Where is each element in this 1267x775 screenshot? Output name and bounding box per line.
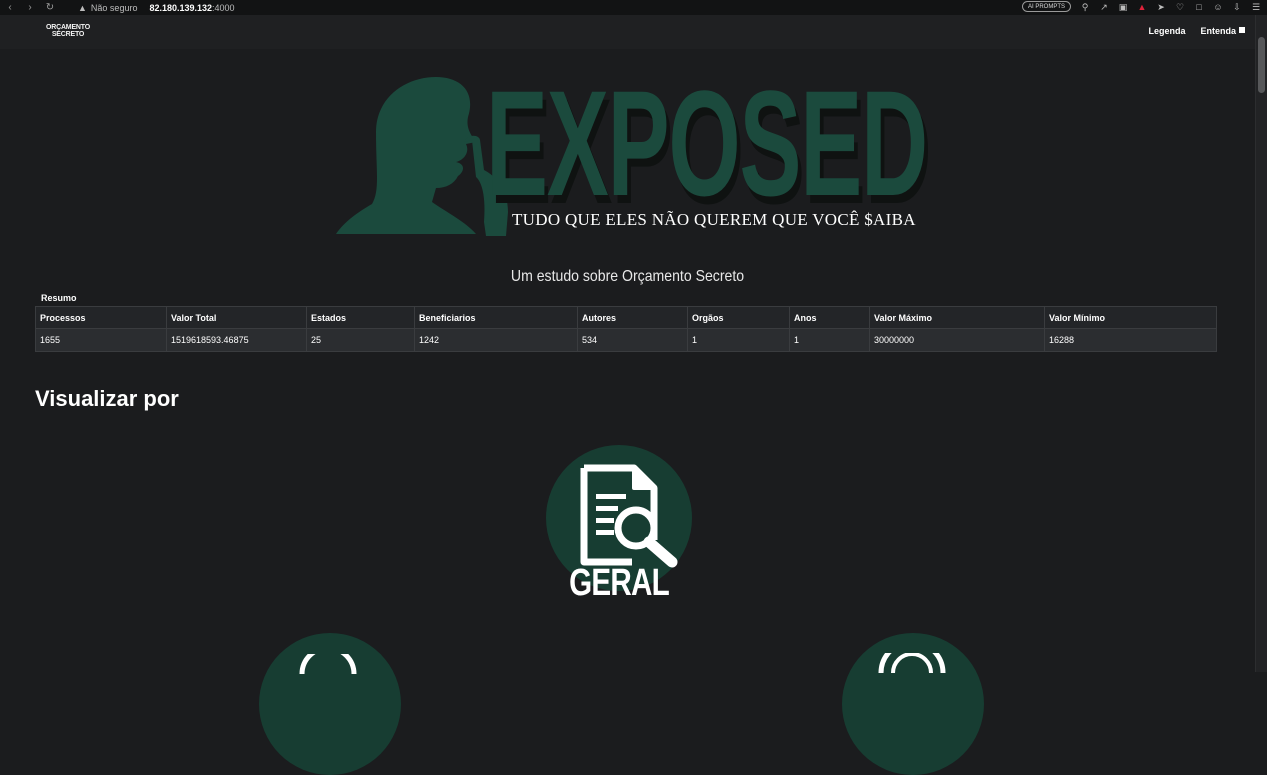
logo-line-1: ORÇAMENTO: [46, 24, 90, 31]
shield-icon[interactable]: ▲: [1137, 2, 1147, 12]
reload-icon[interactable]: ↻: [40, 2, 60, 13]
zoom-icon[interactable]: ⚲: [1080, 2, 1090, 12]
nav-link-entenda-label: Entenda: [1200, 26, 1236, 36]
back-icon[interactable]: ‹: [0, 2, 20, 13]
account-icon[interactable]: ☺: [1213, 2, 1223, 12]
site-navbar: ORÇAMENTO SECRETO Legenda Entenda: [0, 15, 1255, 49]
cell-beneficiarios: 1242: [414, 328, 578, 352]
hero-title: EXPOSED: [486, 59, 928, 227]
download-icon[interactable]: ⇩: [1232, 2, 1242, 12]
col-processos: Processos: [35, 306, 167, 329]
col-autores: Autores: [577, 306, 688, 329]
col-orgaos: Orgãos: [687, 306, 790, 329]
camera-icon[interactable]: ▣: [1118, 2, 1128, 12]
col-anos: Anos: [789, 306, 870, 329]
col-valor-total: Valor Total: [166, 306, 307, 329]
forward-icon[interactable]: ›: [20, 2, 40, 13]
visualizar-heading: Visualizar por: [35, 386, 179, 411]
site-logo[interactable]: ORÇAMENTO SECRETO: [46, 24, 90, 38]
document-search-icon: [580, 464, 678, 568]
study-title-text: Um estudo sobre Orçamento Secreto: [510, 268, 745, 285]
table-header-row: Processos Valor Total Estados Beneficiar…: [35, 306, 1217, 329]
geral-label: GERAL: [569, 562, 670, 604]
summary-table: Processos Valor Total Estados Beneficiar…: [35, 306, 1217, 352]
security-text: Não seguro: [90, 2, 138, 13]
cell-anos: 1: [789, 328, 870, 352]
dropdown-box-icon: [1239, 27, 1245, 33]
hero-banner: EXPOSED TUDO QUE ELES NÃO QUEREM QUE VOC…: [336, 68, 936, 243]
page-scrollbar[interactable]: [1255, 15, 1267, 672]
nav-link-entenda[interactable]: Entenda: [1200, 26, 1245, 36]
security-indicator[interactable]: ▲ Não seguro: [78, 3, 137, 13]
col-valor-minimo: Valor Mínimo: [1044, 306, 1217, 329]
left-card-icon: [299, 654, 357, 674]
hero-subtitle: TUDO QUE ELES NÃO QUEREM QUE VOCÊ $AIBA: [512, 210, 916, 229]
study-title: Um estudo sobre Orçamento Secreto: [0, 268, 1255, 286]
logo-line-2: SECRETO: [51, 31, 85, 38]
url-host: 82.180.139.132: [149, 2, 213, 13]
cell-orgaos: 1: [687, 328, 790, 352]
summary-label: Resumo: [41, 293, 77, 303]
scrollbar-thumb[interactable]: [1258, 37, 1265, 93]
menu-icon[interactable]: ☰: [1251, 2, 1261, 12]
address-bar[interactable]: 82.180.139.132:4000: [149, 3, 234, 13]
cell-valor-minimo: 16288: [1044, 328, 1217, 352]
col-estados: Estados: [306, 306, 415, 329]
cube-icon[interactable]: □: [1194, 2, 1204, 12]
right-card-icon: [878, 653, 946, 673]
url-port: :4000: [212, 2, 235, 13]
nav-link-legenda[interactable]: Legenda: [1148, 26, 1185, 36]
share-icon[interactable]: ↗: [1099, 2, 1109, 12]
send-icon[interactable]: ➤: [1156, 2, 1166, 12]
ai-prompts-button[interactable]: AI PROMPTS: [1021, 1, 1071, 12]
cell-estados: 25: [306, 328, 415, 352]
cell-valor-maximo: 30000000: [869, 328, 1045, 352]
cell-valor-total: 1519618593.46875: [166, 328, 307, 352]
cell-autores: 534: [577, 328, 688, 352]
heart-icon[interactable]: ♡: [1175, 2, 1185, 12]
table-row: 1655 1519618593.46875 25 1242 534 1 1 30…: [35, 328, 1217, 352]
warning-icon: ▲: [78, 2, 87, 13]
col-valor-maximo: Valor Máximo: [869, 306, 1045, 329]
cell-processos: 1655: [35, 328, 167, 352]
col-beneficiarios: Beneficiarios: [414, 306, 578, 329]
browser-toolbar: ‹ › ↻ ▲ Não seguro 82.180.139.132:4000 A…: [0, 0, 1267, 15]
